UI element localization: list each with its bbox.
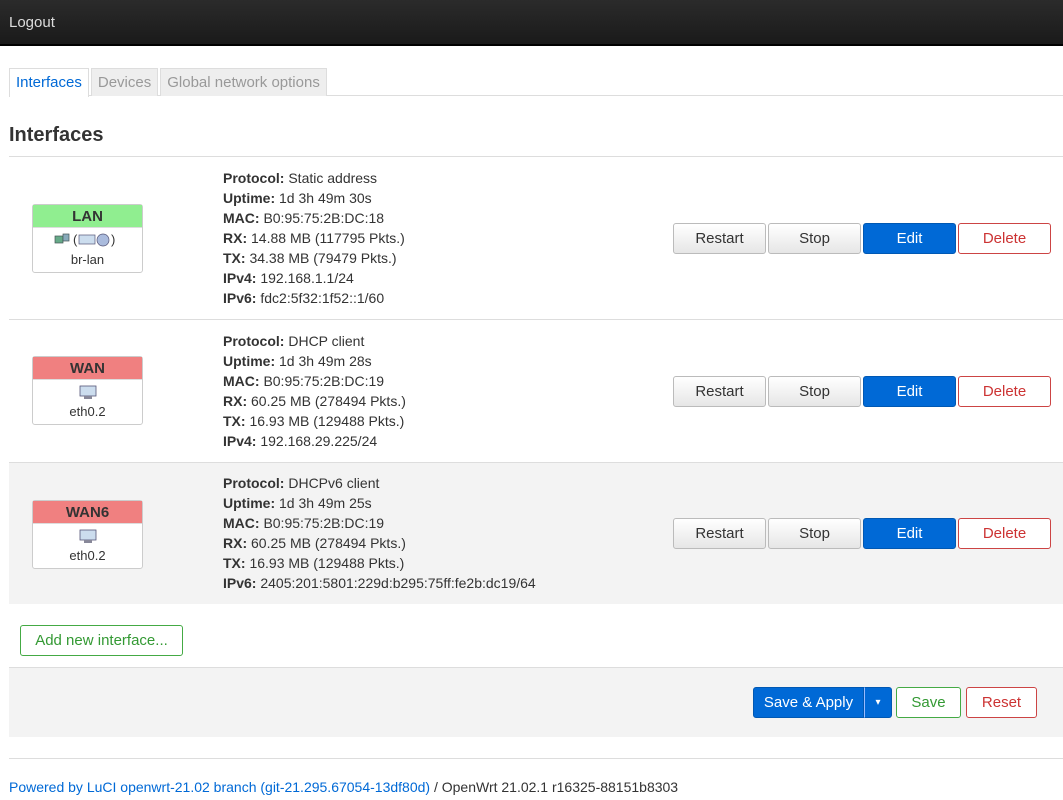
- tab-global-network-options[interactable]: Global network options: [160, 68, 327, 96]
- tab-interfaces[interactable]: Interfaces: [9, 68, 89, 97]
- interface-name: WAN6: [33, 501, 142, 524]
- field-label: RX:: [223, 535, 248, 551]
- tab-devices[interactable]: Devices: [90, 68, 159, 96]
- interface-row-wan6: WAN6 eth0.2 Protocol: DHCPv6 client Upti…: [9, 463, 1063, 604]
- mac-value: B0:95:75:2B:DC:18: [263, 210, 385, 226]
- row-actions: Restart Stop Edit Delete: [673, 223, 1051, 254]
- mac-value: B0:95:75:2B:DC:19: [263, 515, 385, 531]
- restart-button[interactable]: Restart: [673, 223, 766, 254]
- field-label: IPv4:: [223, 270, 257, 286]
- save-apply-dropdown-icon[interactable]: ▾: [864, 687, 892, 718]
- svg-text:(: (: [73, 232, 78, 247]
- ipv4-value: 192.168.1.1/24: [260, 270, 354, 286]
- divider: [9, 758, 1063, 759]
- field-label: Uptime:: [223, 190, 276, 206]
- tx-value: 34.38 MB (79479 Pkts.): [249, 250, 397, 266]
- ethernet-icon: [33, 384, 142, 404]
- page-title: Interfaces: [9, 124, 104, 146]
- uptime-value: 1d 3h 49m 30s: [279, 190, 372, 206]
- protocol-value: DHCP client: [288, 333, 365, 349]
- field-label: RX:: [223, 230, 248, 246]
- stop-button[interactable]: Stop: [768, 518, 861, 549]
- protocol-value: Static address: [288, 170, 378, 186]
- field-label: TX:: [223, 555, 246, 571]
- field-label: MAC:: [223, 373, 260, 389]
- delete-button[interactable]: Delete: [958, 518, 1051, 549]
- interface-device: eth0.2: [69, 548, 106, 563]
- mac-value: B0:95:75:2B:DC:19: [263, 373, 385, 389]
- protocol-value: DHCPv6 client: [288, 475, 380, 491]
- field-label: MAC:: [223, 515, 260, 531]
- row-actions: Restart Stop Edit Delete: [673, 518, 1051, 549]
- field-label: Protocol:: [223, 170, 285, 186]
- rx-value: 60.25 MB (278494 Pkts.): [251, 393, 406, 409]
- field-label: RX:: [223, 393, 248, 409]
- interface-name: LAN: [33, 205, 142, 228]
- uptime-value: 1d 3h 49m 25s: [279, 495, 372, 511]
- svg-text:): ): [111, 232, 115, 247]
- bridge-icon: ( ): [33, 232, 142, 252]
- interface-badge-wan6: WAN6 eth0.2: [32, 500, 143, 569]
- stop-button[interactable]: Stop: [768, 376, 861, 407]
- interface-device: eth0.2: [69, 404, 106, 419]
- page-actions-bar: Save & Apply ▾ Save Reset: [9, 667, 1063, 737]
- interface-info: Protocol: DHCP client Uptime: 1d 3h 49m …: [223, 331, 406, 451]
- luci-link[interactable]: Powered by LuCI openwrt-21.02 branch (gi…: [9, 779, 430, 795]
- ethernet-icon: [33, 528, 142, 548]
- field-label: Uptime:: [223, 495, 276, 511]
- stop-button[interactable]: Stop: [768, 223, 861, 254]
- interface-info: Protocol: Static address Uptime: 1d 3h 4…: [223, 168, 405, 308]
- top-bar: Logout: [0, 0, 1063, 46]
- reset-button[interactable]: Reset: [966, 687, 1037, 718]
- logout-link[interactable]: Logout: [9, 14, 55, 31]
- tx-value: 16.93 MB (129488 Pkts.): [249, 555, 405, 571]
- save-apply-group: Save & Apply ▾: [753, 687, 892, 718]
- field-label: IPv4:: [223, 433, 257, 449]
- save-button[interactable]: Save: [896, 687, 961, 718]
- interface-row-wan: WAN eth0.2 Protocol: DHCP client Uptime:…: [9, 320, 1063, 463]
- interface-name: WAN: [33, 357, 142, 380]
- interface-badge-lan: LAN ( ) br-lan: [32, 204, 143, 273]
- rx-value: 14.88 MB (117795 Pkts.): [251, 230, 405, 246]
- interface-info: Protocol: DHCPv6 client Uptime: 1d 3h 49…: [223, 473, 536, 593]
- footer: Powered by LuCI openwrt-21.02 branch (gi…: [9, 779, 678, 795]
- field-label: TX:: [223, 250, 246, 266]
- restart-button[interactable]: Restart: [673, 376, 766, 407]
- field-label: Protocol:: [223, 475, 285, 491]
- field-label: IPv6:: [223, 575, 257, 591]
- tx-value: 16.93 MB (129488 Pkts.): [249, 413, 405, 429]
- edit-button[interactable]: Edit: [863, 223, 956, 254]
- field-label: MAC:: [223, 210, 260, 226]
- uptime-value: 1d 3h 49m 28s: [279, 353, 372, 369]
- tab-bar: Interfaces Devices Global network option…: [9, 68, 1063, 97]
- delete-button[interactable]: Delete: [958, 376, 1051, 407]
- ipv6-value: fdc2:5f32:1f52::1/60: [260, 290, 385, 306]
- edit-button[interactable]: Edit: [863, 518, 956, 549]
- save-apply-button[interactable]: Save & Apply: [753, 687, 864, 718]
- edit-button[interactable]: Edit: [863, 376, 956, 407]
- delete-button[interactable]: Delete: [958, 223, 1051, 254]
- interface-device: br-lan: [70, 252, 105, 267]
- interface-badge-wan: WAN eth0.2: [32, 356, 143, 425]
- version-text: / OpenWrt 21.02.1 r16325-88151b8303: [430, 779, 679, 795]
- field-label: TX:: [223, 413, 246, 429]
- field-label: Uptime:: [223, 353, 276, 369]
- field-label: IPv6:: [223, 290, 257, 306]
- restart-button[interactable]: Restart: [673, 518, 766, 549]
- row-actions: Restart Stop Edit Delete: [673, 376, 1051, 407]
- rx-value: 60.25 MB (278494 Pkts.): [251, 535, 406, 551]
- ipv6-value: 2405:201:5801:229d:b295:75ff:fe2b:dc19/6…: [260, 575, 536, 591]
- ipv4-value: 192.168.29.225/24: [260, 433, 378, 449]
- add-interface-button[interactable]: Add new interface...: [20, 625, 183, 656]
- field-label: Protocol:: [223, 333, 285, 349]
- interface-row-lan: LAN ( ) br-lan Protocol: Static address …: [9, 157, 1063, 320]
